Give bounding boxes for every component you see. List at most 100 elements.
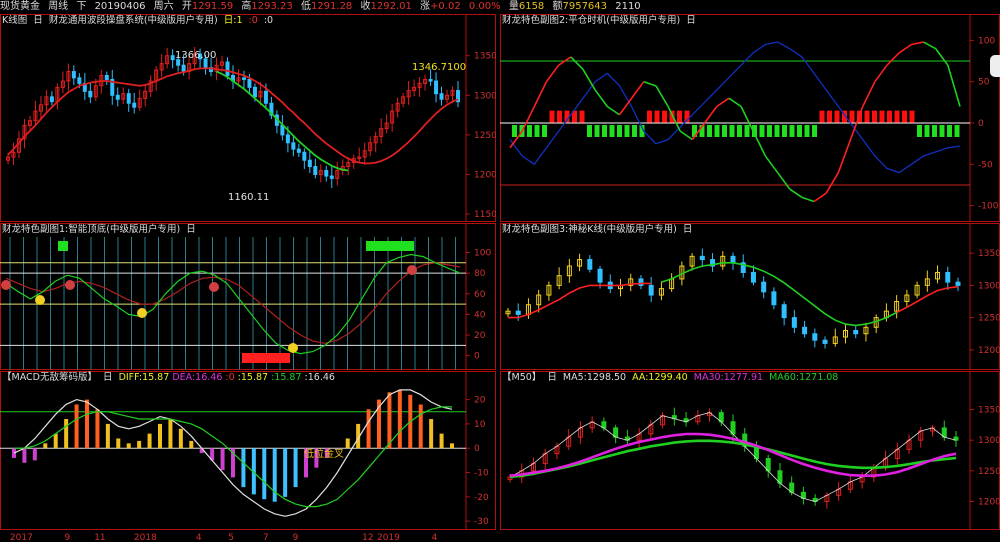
sub1-line-slow — [5, 262, 461, 344]
sub3-candle — [761, 281, 767, 293]
sub2-panel[interactable]: -100 -50 0 50 100 财龙特色副图2:平仓时机(中级版用户专用) 日 — [500, 14, 1000, 222]
sub2-line-up — [837, 139, 852, 173]
sub2-line-up — [655, 85, 669, 107]
quote-header: 现货黄金 周线 下 20190406 周六 开1291.59 高1293.23 … — [0, 0, 1000, 14]
kline-panel[interactable]: 1150 1200 1250 1300 1350 1366.00 1160.11 1346.7… — [0, 14, 496, 222]
instrument-name[interactable]: 现货黄金 — [0, 1, 40, 12]
sub3-candle — [587, 259, 593, 270]
kline-chart[interactable]: 1150 1200 1250 1300 1350 1366.00 1160.11 1346.7… — [0, 14, 496, 222]
kline-tick-label: 1350 — [474, 52, 496, 62]
sub2-signal-block — [819, 110, 825, 123]
sub2-signal-block — [534, 125, 540, 137]
sub3-candle — [771, 291, 777, 306]
sub2-signal-block — [932, 125, 937, 137]
amount-label: 额 — [552, 1, 563, 12]
sub2-chart[interactable]: -100 -50 0 50 100 — [500, 14, 1000, 222]
sub3-box[interactable]: 日 — [683, 224, 693, 235]
sub2-line-up — [643, 80, 657, 87]
sub2-title[interactable]: 财龙特色副图2:平仓时机(中级版用户专用) — [502, 15, 680, 26]
macd-box[interactable]: 日 — [103, 372, 113, 383]
change-pct: 0.00% — [468, 1, 501, 12]
sub3-panel[interactable]: 1200 1250 1300 1350 财龙特色副图3:神秘K线(中级版用户专用) 日 — [500, 223, 1000, 370]
ma-panel[interactable]: 1200 1250 1300 1350 【M50】 日 MA5:1298.50 AA:… — [500, 371, 1000, 530]
macd-tick-label: -10 — [474, 469, 489, 479]
macd-v4: :16.46 — [304, 372, 335, 383]
sub2-signal-block — [647, 110, 652, 123]
sub2-signal-block — [557, 110, 562, 123]
sub1-box[interactable]: 日 — [186, 224, 196, 235]
sub1-panel[interactable]: 0 20 40 60 80 100 财龙特色副图1:智能顶底(中级版用户专用) 日 — [0, 223, 496, 370]
sub2-line-up — [703, 106, 718, 124]
kline-candle — [241, 77, 246, 80]
ma-chart[interactable]: 1200 1250 1300 1350 — [500, 371, 1000, 530]
sub2-signal-block — [872, 110, 877, 123]
scroll-handle[interactable] — [990, 55, 1000, 77]
amount-value: 7957643 — [562, 1, 608, 12]
kline-box[interactable]: 日 — [33, 15, 43, 26]
kline-candle — [252, 86, 257, 98]
sub2-signal-block — [864, 110, 870, 123]
sub2-line-up — [533, 81, 548, 107]
kline-candle — [132, 102, 137, 108]
date: 20190406 — [94, 1, 146, 12]
ma-box[interactable]: 日 — [547, 372, 557, 383]
sub2-box[interactable]: 日 — [686, 15, 696, 26]
sub1-tick-label: 40 — [474, 310, 486, 320]
kline-candle — [291, 142, 296, 150]
kline-candle — [115, 94, 120, 100]
sub3-candle — [802, 326, 808, 335]
sub3-chart[interactable]: 1200 1250 1300 1350 — [500, 223, 1000, 370]
kline-candle — [126, 93, 131, 104]
period[interactable]: 周线 — [48, 1, 68, 12]
sub2-line-up — [776, 172, 791, 190]
macd-panel[interactable]: -30 -20 -10 0 10 20 低位金叉 【MACD无敌筹码版】 日 DIFF:15… — [0, 371, 496, 530]
sub1-title[interactable]: 财龙特色副图1:智能顶底(中级版用户专用) — [2, 224, 180, 235]
kline-low-annotation: 1160.11 — [228, 192, 269, 203]
high-label: 高 — [241, 1, 252, 12]
ma-border — [500, 371, 1000, 530]
sub2-line-up — [764, 155, 779, 174]
extra-value: 2110 — [615, 1, 641, 12]
sub2-line-up — [923, 41, 937, 50]
ma-title-bar: 【M50】 日 MA5:1298.50 AA:1299.40 MA30:1277… — [502, 371, 841, 384]
kline-candle — [77, 77, 82, 84]
volume-value: 6158 — [518, 1, 545, 12]
kline-candle — [263, 90, 268, 104]
x-axis-label: 9 — [293, 533, 299, 542]
sub3-title[interactable]: 财龙特色副图3:神秘K线(中级版用户专用) — [502, 224, 677, 235]
sub2-tick-label: -50 — [978, 160, 993, 170]
sub2-signal-block — [624, 125, 630, 137]
kline-candle — [49, 96, 54, 103]
macd-cross-annotation: 低位金叉 — [304, 447, 344, 460]
sub2-signal-block — [594, 125, 600, 137]
sub2-signal-block — [789, 125, 795, 137]
kline-candle — [104, 75, 109, 80]
sub3-candle — [750, 271, 756, 283]
sub1-top-marker — [1, 280, 11, 290]
sub2-signal-block — [939, 125, 945, 137]
sub2-tick-label: -100 — [978, 202, 999, 212]
macd-chart[interactable]: -30 -20 -10 0 10 20 低位金叉 — [0, 371, 496, 530]
kline-param3: :0 — [263, 15, 274, 26]
kline-tick-label: 1300 — [474, 91, 496, 101]
ma-tick-label: 1300 — [978, 436, 1000, 446]
sub2-line-up — [630, 81, 645, 99]
sub2-line-up — [716, 97, 730, 108]
sub3-candle — [699, 255, 705, 261]
sub1-chart[interactable]: 0 20 40 60 80 100 — [0, 223, 496, 370]
sub1-tick-label: 0 — [474, 352, 480, 362]
sub2-line-down — [509, 41, 961, 174]
sub2-signal-block — [759, 125, 765, 137]
sub3-candle — [597, 268, 603, 283]
macd-title[interactable]: 【MACD无敌筹码版】 — [2, 372, 97, 383]
ma-title[interactable]: 【M50】 — [502, 372, 541, 383]
sub2-signal-block — [954, 125, 960, 137]
macd-diff: DIFF:15.87 — [118, 372, 170, 383]
kline-high-annotation: 1366.00 — [175, 50, 216, 61]
kline-title-bar: K线图 日 财龙通用波段操盘系统(中级版用户专用) 日:1 :0 :0 — [2, 14, 276, 27]
macd-tick-label: -20 — [474, 493, 489, 503]
sub2-line-up — [886, 52, 900, 66]
kline-candle — [225, 61, 230, 77]
kline-title[interactable]: K线图 — [2, 15, 27, 26]
sub2-signal-block — [812, 125, 817, 137]
